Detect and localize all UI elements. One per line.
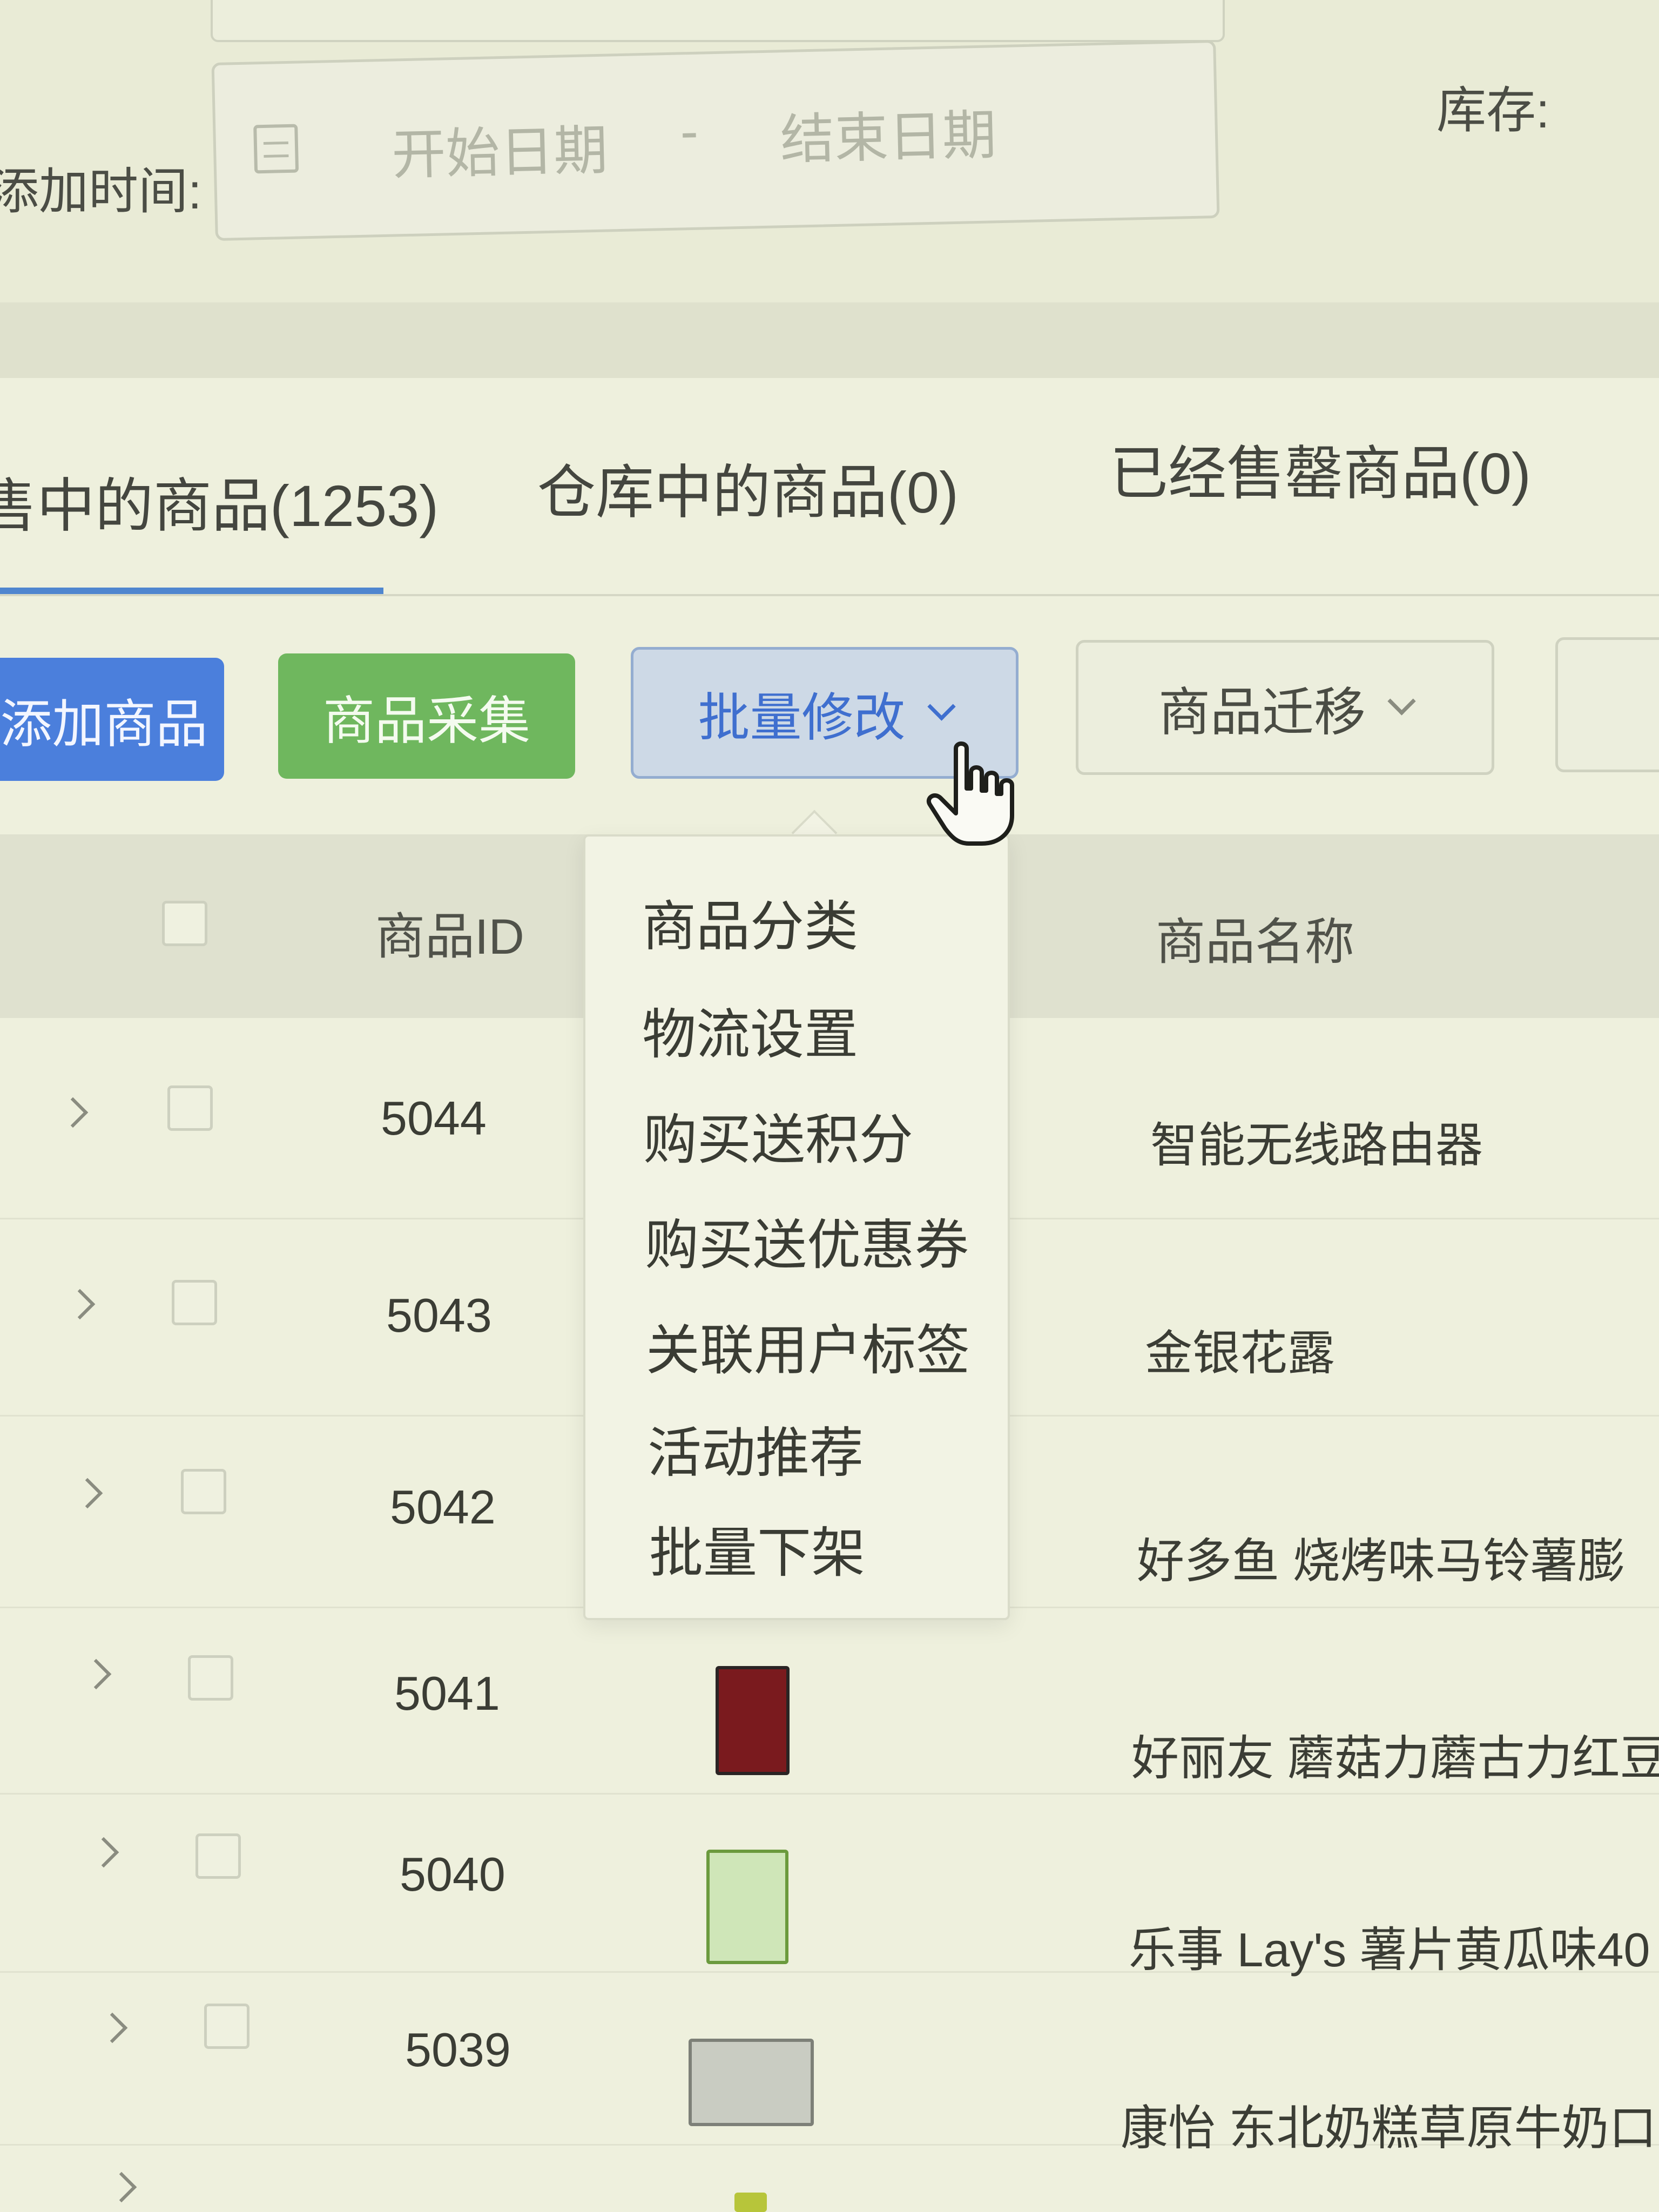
row-product-name[interactable]: 康怡 东北奶糕草原牛奶口 <box>1121 2090 1656 2159</box>
add-product-button[interactable]: 添加商品 <box>0 658 224 781</box>
menu-item-logistics-settings[interactable]: 物流设置 <box>642 990 858 1069</box>
row-product-id: 5042 <box>390 1480 496 1534</box>
menu-item-user-tags[interactable]: 关联用户标签 <box>646 1306 970 1385</box>
row-checkbox[interactable] <box>195 1833 241 1879</box>
end-date-placeholder[interactable]: 结束日期 <box>779 91 997 174</box>
row-divider <box>0 1793 1659 1795</box>
tab-divider <box>0 594 1659 596</box>
calendar-icon <box>253 124 299 174</box>
more-toolbar-button[interactable] <box>1555 637 1659 772</box>
collect-product-button[interactable]: 商品采集 <box>278 653 575 779</box>
header-product-id: 商品ID <box>375 909 525 965</box>
menu-item-activity-recommend[interactable]: 活动推荐 <box>648 1409 864 1487</box>
header-product-name: 商品名称 <box>1156 915 1355 970</box>
product-thumbnail <box>689 2039 814 2126</box>
hand-pointer-icon <box>927 741 1014 846</box>
stock-label: 库存: <box>1437 83 1550 138</box>
row-product-name[interactable]: 好丽友 蘑菇力蘑古力红豆 <box>1131 1720 1659 1789</box>
tab-on-sale[interactable]: 售中的商品(1253) <box>0 459 439 543</box>
row-product-id: 5041 <box>394 1667 500 1720</box>
row-product-name[interactable]: 金银花露 <box>1145 1315 1335 1384</box>
product-thumbnail <box>716 1666 790 1775</box>
product-thumbnail <box>734 2193 767 2212</box>
collect-product-label: 商品采集 <box>323 692 530 750</box>
menu-item-product-category[interactable]: 商品分类 <box>642 882 858 961</box>
migrate-product-label: 商品迁移 <box>1158 683 1366 741</box>
row-checkbox[interactable] <box>181 1469 226 1514</box>
batch-edit-label: 批量修改 <box>698 689 906 747</box>
tab-in-warehouse[interactable]: 仓库中的商品(0) <box>537 446 959 530</box>
tab-sold-out[interactable]: 已经售罄商品(0) <box>1110 427 1531 511</box>
date-range-picker[interactable]: 开始日期 - 结束日期 <box>211 39 1220 241</box>
section-gap <box>0 302 1659 383</box>
start-date-placeholder[interactable]: 开始日期 <box>391 106 609 190</box>
row-checkbox[interactable] <box>167 1085 213 1131</box>
row-product-id: 5040 <box>400 1847 505 1901</box>
date-separator: - <box>679 100 699 162</box>
row-product-id: 5044 <box>381 1091 487 1145</box>
product-thumbnail <box>706 1850 788 1964</box>
batch-edit-menu: 商品分类 物流设置 购买送积分 购买送优惠券 关联用户标签 活动推荐 批量下架 <box>583 834 1010 1620</box>
add-time-label: 添加时间: <box>0 164 202 219</box>
row-product-name[interactable]: 乐事 Lay's 薯片黄瓜味40 <box>1129 1912 1650 1980</box>
row-product-id: 5039 <box>405 2023 511 2076</box>
menu-item-purchase-coupon[interactable]: 购买送优惠券 <box>645 1201 969 1279</box>
row-product-name[interactable]: 智能无线路由器 <box>1150 1107 1483 1176</box>
row-product-name[interactable]: 好多鱼 烧烤味马铃薯膨 <box>1137 1523 1625 1591</box>
add-product-label: 添加商品 <box>0 695 208 753</box>
migrate-product-button[interactable]: 商品迁移 <box>1076 640 1494 775</box>
chevron-down-icon <box>1387 686 1416 716</box>
chevron-down-icon <box>927 692 956 721</box>
row-checkbox[interactable] <box>172 1280 217 1325</box>
row-product-id: 5043 <box>386 1289 492 1342</box>
row-checkbox[interactable] <box>188 1655 233 1701</box>
menu-item-purchase-points[interactable]: 购买送积分 <box>643 1096 913 1174</box>
top-filter-input[interactable] <box>211 0 1225 42</box>
select-all-checkbox[interactable] <box>162 901 207 946</box>
menu-item-batch-unlist[interactable]: 批量下架 <box>649 1509 865 1587</box>
row-checkbox[interactable] <box>204 2004 249 2049</box>
